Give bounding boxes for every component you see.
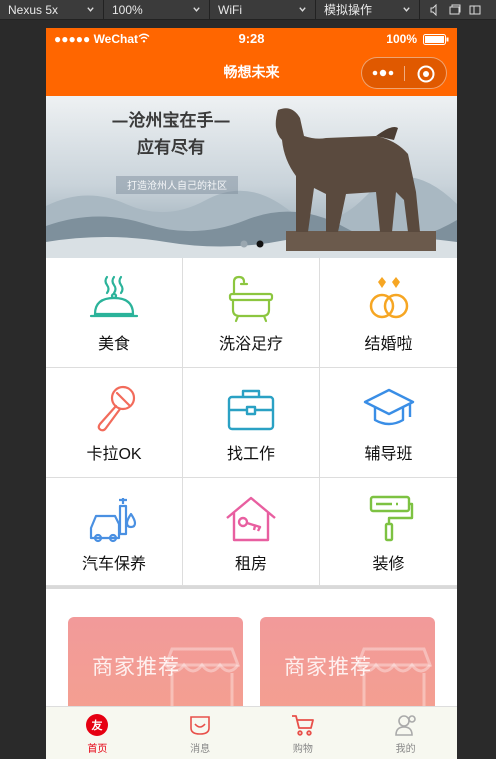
home-friend-icon: 友 xyxy=(86,714,109,736)
status-bar: ●●●●● WeChat 9:28 100% xyxy=(46,28,457,50)
category-karaoke[interactable]: 卡拉OK xyxy=(46,368,183,478)
banner-headline: —沧州宝在手— xyxy=(112,110,231,131)
phone-simulator: ●●●●● WeChat 9:28 100% 畅想未来 —沧州宝在手— 应有尽有… xyxy=(46,28,457,759)
category-label: 美食 xyxy=(97,336,130,353)
chevron-down-icon xyxy=(403,7,410,12)
category-label: 卡拉OK xyxy=(86,446,142,463)
zoom-select-value: 100% xyxy=(112,2,143,17)
tab-label: 购物 xyxy=(292,744,313,755)
chevron-down-icon xyxy=(87,7,94,12)
paint-roller-icon xyxy=(369,495,413,542)
shopping-cart-icon xyxy=(291,715,314,736)
category-grid: 美食 洗浴足疗 结婚啦 卡拉OK 找工作 辅导班 汽车保养 租房 装修 xyxy=(46,258,457,586)
tab-profile[interactable]: 我的 xyxy=(354,707,457,759)
bathtub-icon xyxy=(228,275,274,323)
category-wedding[interactable]: 结婚啦 xyxy=(320,258,457,368)
device-select[interactable]: Nexus 5x xyxy=(0,0,104,20)
operation-select-value: 模拟操作 xyxy=(324,3,373,17)
network-select[interactable]: WiFi xyxy=(210,0,316,20)
banner-tagline: 打造沧州人自己的社区 xyxy=(127,179,227,192)
banner-image: —沧州宝在手— 应有尽有 打造沧州人自己的社区 xyxy=(46,96,457,258)
house-key-icon xyxy=(226,496,276,542)
category-car-care[interactable]: 汽车保养 xyxy=(46,478,183,586)
battery-text: 100% xyxy=(386,32,417,46)
tab-label: 我的 xyxy=(395,744,416,755)
category-label: 装修 xyxy=(372,556,405,573)
category-label: 洗浴足疗 xyxy=(218,336,283,353)
category-label: 租房 xyxy=(234,556,267,573)
category-label: 结婚啦 xyxy=(364,336,413,353)
graduation-cap-icon xyxy=(363,388,414,426)
message-smile-icon xyxy=(190,716,210,735)
category-renovation[interactable]: 装修 xyxy=(320,478,457,586)
merchant-card-title: 商家推荐 xyxy=(92,656,180,679)
briefcase-icon xyxy=(227,389,275,431)
carousel-dot[interactable] xyxy=(240,240,248,248)
speaker-icon[interactable] xyxy=(430,3,441,16)
category-label: 汽车保养 xyxy=(81,556,146,573)
network-select-value: WiFi xyxy=(218,2,242,17)
carousel-dot-active[interactable] xyxy=(256,240,264,248)
device-select-value: Nexus 5x xyxy=(8,2,59,17)
banner-subline: 应有尽有 xyxy=(137,137,205,158)
more-dots-icon[interactable] xyxy=(372,68,396,78)
profile-icon xyxy=(394,715,416,736)
promo-section: 商家推荐 商家推荐 xyxy=(46,589,457,727)
category-rental[interactable]: 租房 xyxy=(183,478,320,586)
zoom-select[interactable]: 100% xyxy=(104,0,210,20)
merchant-card-title: 商家推荐 xyxy=(284,656,372,679)
tab-label: 消息 xyxy=(190,744,211,755)
chevron-down-icon xyxy=(299,7,306,12)
category-label: 找工作 xyxy=(226,446,275,463)
capsule-menu xyxy=(361,57,447,89)
operation-select[interactable]: 模拟操作 xyxy=(316,0,420,20)
svg-text:友: 友 xyxy=(92,718,103,732)
window-icon[interactable] xyxy=(449,4,461,16)
tab-bar: 友 首页 消息 购物 我的 xyxy=(46,706,457,759)
category-jobs[interactable]: 找工作 xyxy=(183,368,320,478)
navigation-bar: 畅想未来 xyxy=(46,50,457,96)
food-cloche-icon xyxy=(89,275,139,318)
category-bath[interactable]: 洗浴足疗 xyxy=(183,258,320,368)
category-label: 辅导班 xyxy=(364,446,413,463)
tab-home[interactable]: 友 首页 xyxy=(46,707,149,759)
close-target-icon[interactable] xyxy=(416,64,436,84)
battery-icon xyxy=(423,34,449,45)
wedding-rings-icon xyxy=(369,277,408,319)
microphone-icon xyxy=(97,385,136,432)
car-wash-icon xyxy=(89,498,137,543)
devtools-toolbar: Nexus 5x 100% WiFi 模拟操作 xyxy=(0,0,496,20)
layout-icon[interactable] xyxy=(469,4,481,16)
tab-messages[interactable]: 消息 xyxy=(149,707,252,759)
category-food[interactable]: 美食 xyxy=(46,258,183,368)
tab-shopping[interactable]: 购物 xyxy=(252,707,355,759)
chevron-down-icon xyxy=(193,7,200,12)
banner-carousel[interactable]: —沧州宝在手— 应有尽有 打造沧州人自己的社区 xyxy=(46,96,457,258)
tab-label: 首页 xyxy=(87,744,108,755)
capsule-divider xyxy=(404,66,405,81)
category-tutoring[interactable]: 辅导班 xyxy=(320,368,457,478)
